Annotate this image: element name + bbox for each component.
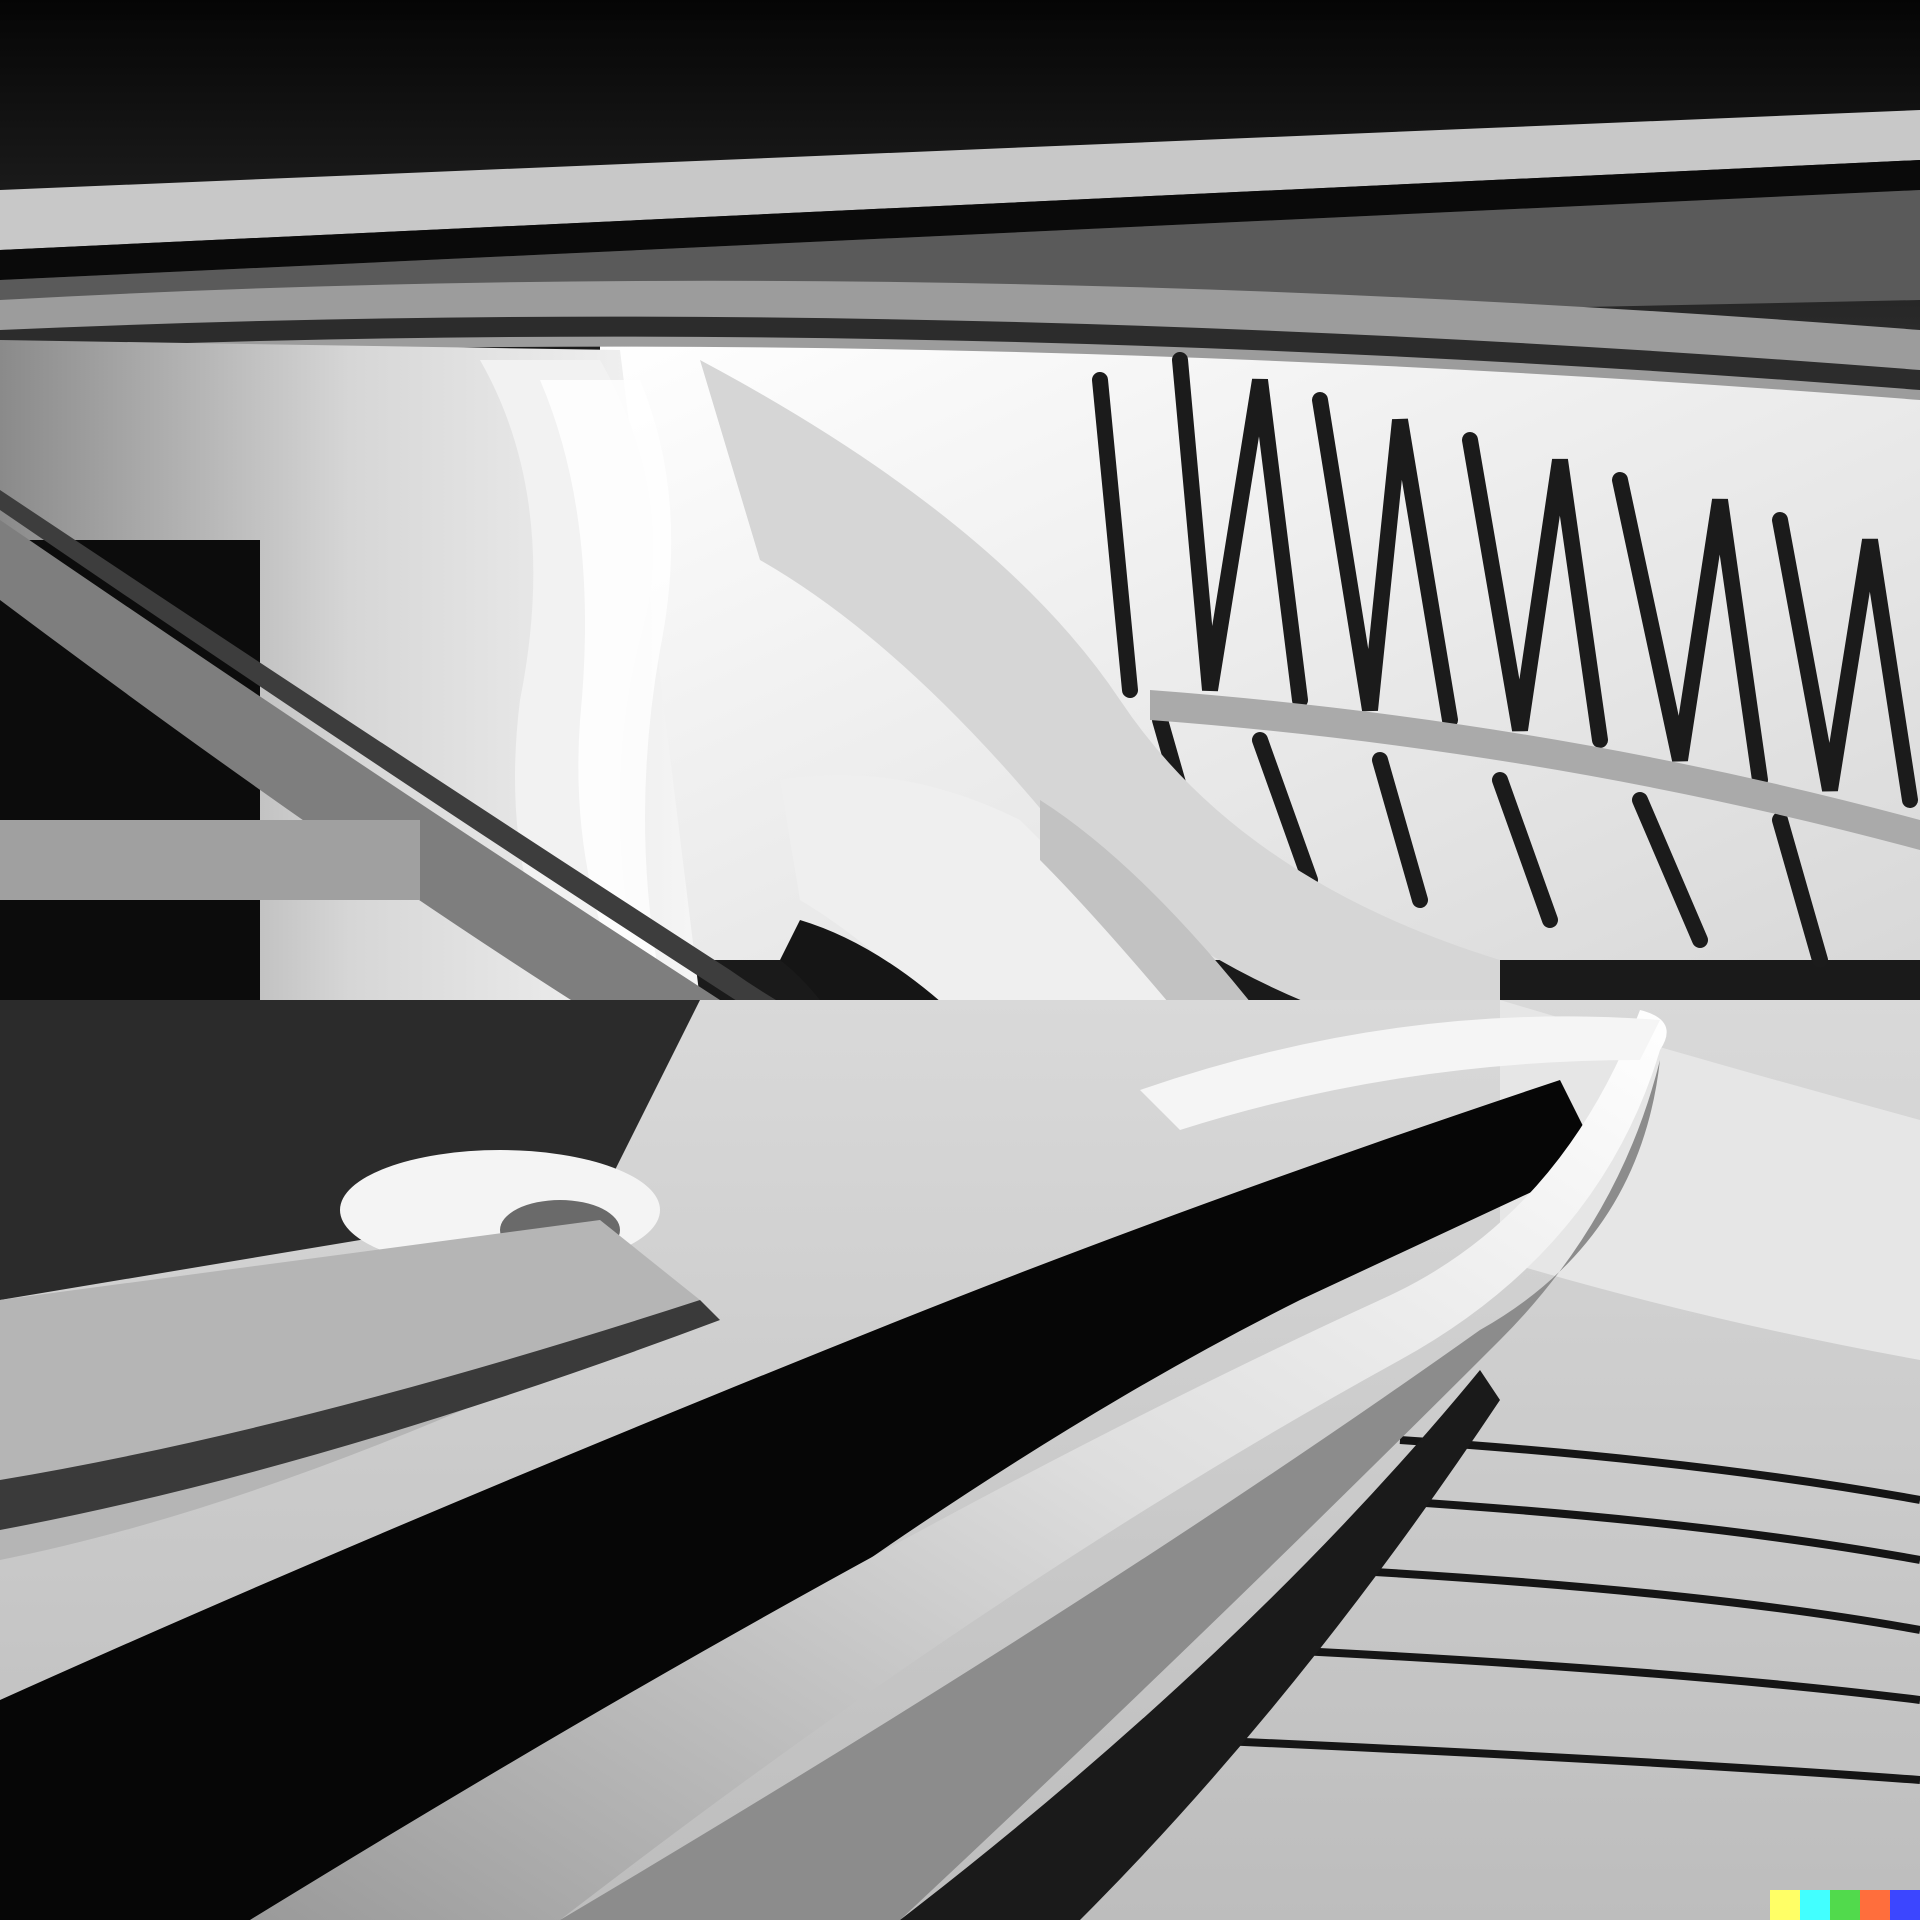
watermark-green: [1830, 1890, 1860, 1920]
watermark-cyan: [1800, 1890, 1830, 1920]
color-stripe-watermark: [1770, 1890, 1920, 1920]
ceiling: [0, 0, 1920, 400]
architectural-interior-scene: [0, 0, 1920, 1920]
watermark-blue: [1890, 1890, 1920, 1920]
left-horizontal-bar: [0, 820, 420, 900]
watermark-yellow: [1770, 1890, 1800, 1920]
watermark-orange: [1860, 1890, 1890, 1920]
